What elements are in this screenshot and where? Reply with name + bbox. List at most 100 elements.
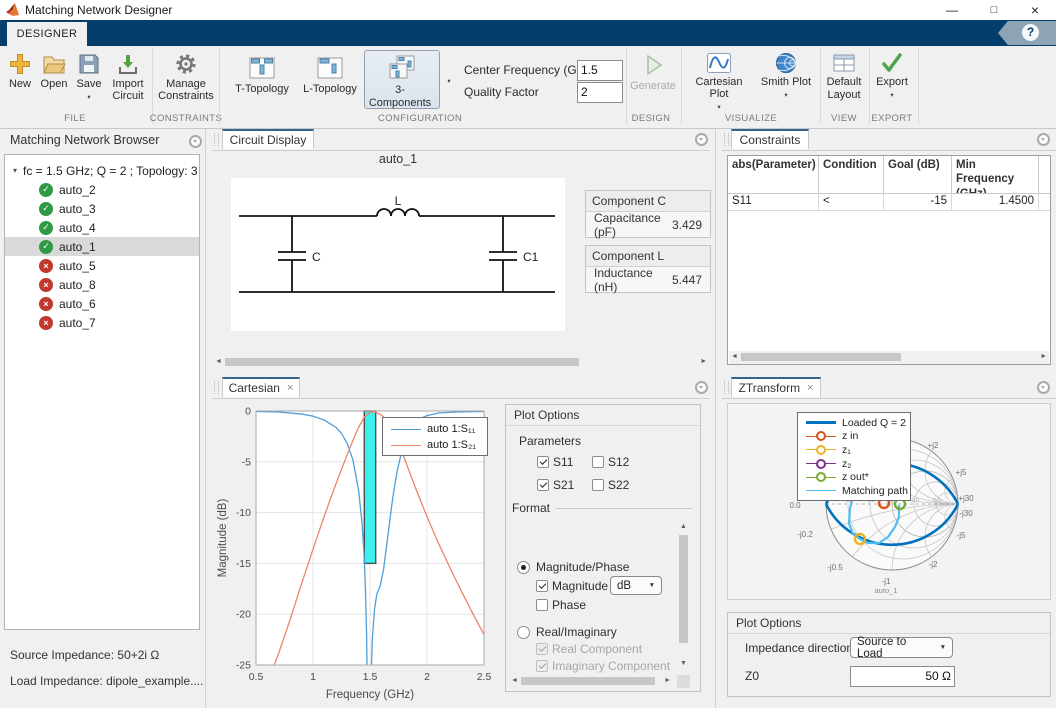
dropdown-arrow-icon: ▼ — [940, 644, 946, 651]
tab-close-icon[interactable]: × — [287, 382, 293, 394]
tab-constraints[interactable]: Constraints — [731, 129, 809, 149]
cartesian-plot-dropdown-icon[interactable]: ▾ — [717, 104, 720, 111]
scroll-thumb[interactable] — [225, 358, 579, 366]
manage-constraints-button[interactable]: Manage Constraints — [156, 48, 216, 102]
tree-item-auto-4[interactable]: ✓ auto_4 — [5, 218, 199, 237]
panel-grip[interactable] — [724, 381, 729, 394]
export-dropdown-icon[interactable]: ▾ — [890, 92, 893, 99]
section-file: FILE — [40, 113, 110, 124]
svg-text:2.5: 2.5 — [477, 671, 492, 683]
save-button[interactable]: Save ▾ — [72, 48, 106, 102]
generate-button[interactable]: Generate — [629, 48, 677, 92]
s12-checkbox[interactable] — [592, 456, 604, 468]
scroll-right-icon[interactable]: ► — [700, 356, 707, 368]
scroll-right-icon[interactable]: ► — [1040, 351, 1047, 363]
three-components-button[interactable]: 3-Components — [364, 50, 440, 109]
l-topology-button[interactable]: L-Topology — [299, 50, 361, 107]
format-vscrollbar[interactable]: ▲ ▼ — [677, 521, 690, 670]
real-imaginary-radio[interactable] — [517, 626, 530, 639]
s12-label: S12 — [608, 455, 629, 469]
svg-text:5.0: 5.0 — [933, 498, 941, 504]
inductance-value[interactable]: 5.447 — [672, 273, 702, 287]
export-button[interactable]: Export ▾ — [872, 48, 912, 100]
scroll-thumb[interactable] — [521, 677, 655, 685]
tree-caret-icon[interactable]: ▾ — [13, 166, 23, 175]
import-circuit-button[interactable]: Import Circuit — [106, 48, 150, 102]
tree-item-auto-6[interactable]: × auto_6 — [5, 294, 199, 313]
column-splitter[interactable] — [715, 128, 716, 708]
cap-left-label: C — [312, 250, 321, 264]
t-topology-button[interactable]: T-Topology — [228, 50, 296, 107]
scroll-right-icon[interactable]: ► — [664, 675, 671, 687]
svg-text:-j0.5: -j0.5 — [827, 563, 843, 572]
scroll-left-icon[interactable]: ◄ — [215, 356, 222, 368]
tab-designer[interactable]: DESIGNER — [7, 22, 87, 46]
panel-grip[interactable] — [724, 133, 729, 146]
section-visualize: VISUALIZE — [711, 113, 791, 124]
scroll-left-icon[interactable]: ◄ — [511, 675, 518, 687]
new-button[interactable]: New — [4, 48, 36, 90]
tree-item-auto-1[interactable]: ✓ auto_1 — [5, 237, 199, 256]
save-dropdown-icon[interactable]: ▾ — [87, 94, 90, 101]
open-button[interactable]: Open — [38, 48, 70, 90]
help-button[interactable]: ? — [1022, 24, 1039, 41]
default-layout-button[interactable]: Default Layout — [822, 48, 866, 101]
scroll-down-icon[interactable]: ▼ — [680, 658, 687, 670]
quality-factor-label: Quality Factor — [464, 85, 539, 99]
scroll-thumb[interactable] — [741, 353, 901, 361]
cell-condition[interactable]: < — [819, 193, 884, 211]
browser-collapse-icon[interactable] — [189, 135, 202, 148]
panel-grip[interactable] — [214, 133, 219, 146]
s22-checkbox[interactable] — [592, 479, 604, 491]
z0-input[interactable]: 50 Ω — [850, 666, 955, 687]
capacitance-value[interactable]: 3.429 — [672, 218, 702, 232]
cell-min-frequency[interactable]: 1.4500 — [952, 193, 1039, 211]
cartesian-panel-menu-icon[interactable] — [695, 381, 708, 394]
tab-ztransform[interactable]: ZTransform × — [731, 377, 821, 397]
toolbar: New Open Save ▾ Import Circuit — [0, 46, 1056, 129]
minimize-button[interactable]: — — [931, 0, 973, 20]
cell-parameter[interactable]: S11 — [728, 193, 819, 211]
impedance-direction-dropdown[interactable]: Source to Load ▼ — [850, 637, 953, 658]
close-button[interactable]: × — [1014, 0, 1056, 20]
center-frequency-input[interactable]: 1.5 — [577, 60, 623, 81]
tab-close-icon[interactable]: × — [807, 382, 813, 394]
cell-goal[interactable]: -15 — [884, 193, 952, 211]
tree-item-auto-3[interactable]: ✓ auto_3 — [5, 199, 199, 218]
tree-root[interactable]: ▾ fc = 1.5 GHz; Q = 2 ; Topology: 3 — [5, 161, 199, 180]
magnitude-unit-dropdown[interactable]: dB ▼ — [610, 576, 662, 595]
svg-text:+j30: +j30 — [958, 494, 974, 503]
circuit-panel-menu-icon[interactable] — [695, 133, 708, 146]
tree-item-auto-2[interactable]: ✓ auto_2 — [5, 180, 199, 199]
topology-gallery-dropdown[interactable]: ▾ — [441, 50, 457, 107]
tree-item-auto-5[interactable]: × auto_5 — [5, 256, 199, 275]
plot-options-header: Plot Options — [728, 613, 1050, 634]
tree-item-auto-7[interactable]: × auto_7 — [5, 313, 199, 332]
ztransform-panel-menu-icon[interactable] — [1037, 381, 1050, 394]
phase-checkbox[interactable] — [536, 599, 548, 611]
sidebar-splitter[interactable] — [205, 128, 206, 708]
scroll-left-icon[interactable]: ◄ — [731, 351, 738, 363]
smith-plot-dropdown-icon[interactable]: ▾ — [784, 92, 787, 99]
s21-checkbox[interactable] — [537, 479, 549, 491]
magnitude-checkbox[interactable] — [536, 580, 548, 592]
format-hscrollbar[interactable]: ◄ ► — [509, 675, 673, 688]
smith-plot-button[interactable]: Smith Plot ▾ — [756, 48, 816, 100]
cartesian-plot-button[interactable]: Cartesian Plot ▾ — [686, 48, 752, 112]
scroll-up-icon[interactable]: ▲ — [680, 521, 687, 533]
panel-grip[interactable] — [214, 381, 219, 394]
constraints-hscrollbar[interactable]: ◄ ► — [729, 351, 1049, 364]
magnitude-phase-radio[interactable] — [517, 561, 530, 574]
tab-circuit-display[interactable]: Circuit Display — [222, 129, 314, 149]
open-folder-icon — [42, 52, 66, 76]
tree-item-auto-8[interactable]: × auto_8 — [5, 275, 199, 294]
maximize-button[interactable]: □ — [973, 0, 1015, 20]
quality-factor-input[interactable]: 2 — [577, 82, 623, 103]
circuit-hscrollbar[interactable]: ◄ ► — [213, 356, 709, 368]
scroll-thumb[interactable] — [679, 535, 688, 643]
s11-checkbox[interactable] — [537, 456, 549, 468]
svg-text:0: 0 — [245, 406, 251, 418]
tab-cartesian[interactable]: Cartesian × — [222, 377, 300, 397]
matlab-logo-icon — [6, 3, 21, 17]
constraints-panel-menu-icon[interactable] — [1037, 133, 1050, 146]
